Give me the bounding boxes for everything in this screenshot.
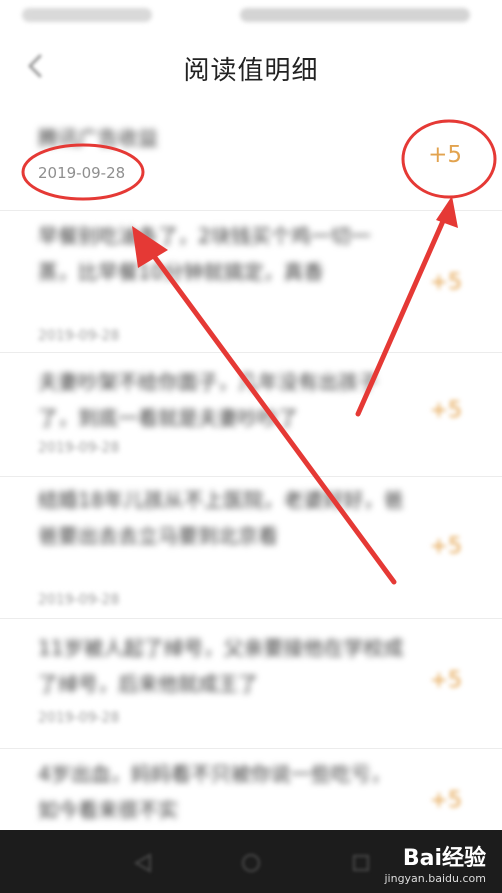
entry-title: 夫妻吵架不给你面子，几年没有出孩子了，到底一看就是夫妻吵吵了: [38, 370, 378, 430]
header: 阅读值明细: [0, 36, 502, 98]
list-item[interactable]: 早餐别吃油条了，2块钱买个鸡一切一蒸，比早餐10分钟就搞定，真香 2019-09…: [0, 210, 502, 353]
entry-date: 2019-09-28: [38, 710, 120, 726]
entry-points: +5: [429, 270, 462, 295]
page-title: 阅读值明细: [183, 56, 319, 86]
list-item[interactable]: 11岁被人起了绰号，父亲要接他在学校成了绰号，后来他就成王了 2019-09-2…: [0, 618, 502, 749]
entry-title: 腾讯广告收益: [38, 126, 158, 150]
status-bar-left: [22, 8, 152, 22]
list-item[interactable]: 腾讯广告收益 2019-09-28 +5: [0, 98, 502, 211]
circle-home-icon[interactable]: [240, 852, 262, 874]
triangle-back-icon[interactable]: [132, 852, 154, 874]
watermark-brand: Bai经验: [402, 846, 486, 871]
entry-date: 2019-09-28: [38, 164, 126, 182]
entry-points: +5: [429, 534, 462, 559]
reading-value-list: 腾讯广告收益 2019-09-28 +5 早餐别吃油条了，2块钱买个鸡一切一蒸，…: [0, 98, 502, 830]
entry-title: 11岁被人起了绰号，父亲要接他在学校成了绰号，后来他就成王了: [38, 636, 404, 696]
watermark: Bai经验 jingyan.baidu.com: [384, 840, 486, 885]
entry-points: +5: [429, 398, 462, 423]
system-nav-bar: Bai经验 jingyan.baidu.com: [0, 830, 502, 893]
entry-title: 4岁出血，妈妈看不只被你说一些吃亏，如今看来很不实: [38, 762, 391, 822]
entry-title: 早餐别吃油条了，2块钱买个鸡一切一蒸，比早餐10分钟就搞定，真香: [38, 224, 371, 284]
entry-title: 结婚18年儿孩从不上医院，老婆好好，爸爸要出去去立马要到北京看: [38, 488, 404, 548]
entry-points: +5: [429, 668, 462, 693]
status-bar: [0, 0, 502, 36]
entry-date: 2019-09-28: [38, 440, 120, 456]
list-item[interactable]: 夫妻吵架不给你面子，几年没有出孩子了，到底一看就是夫妻吵吵了 2019-09-2…: [0, 352, 502, 477]
list-item[interactable]: 4岁出血，妈妈看不只被你说一些吃亏，如今看来很不实 2019-09-28 +5: [0, 748, 502, 830]
square-recent-icon[interactable]: [350, 852, 372, 874]
watermark-site: jingyan.baidu.com: [384, 872, 486, 885]
entry-date: 2019-09-28: [38, 328, 120, 344]
entry-date: 2019-09-28: [38, 592, 120, 608]
entry-points: +5: [428, 142, 462, 168]
status-bar-right: [240, 8, 470, 22]
list-item[interactable]: 结婚18年儿孩从不上医院，老婆好好，爸爸要出去去立马要到北京看 2019-09-…: [0, 476, 502, 619]
entry-points: +5: [429, 788, 462, 813]
